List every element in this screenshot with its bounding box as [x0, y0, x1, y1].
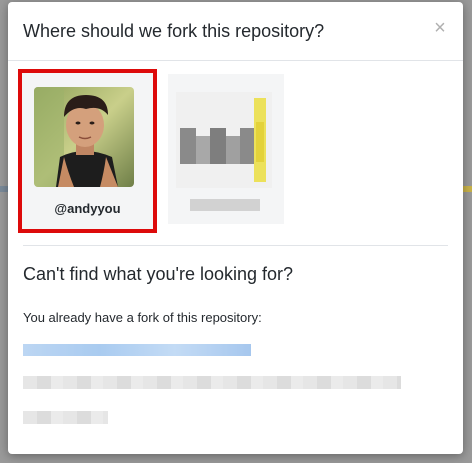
background-bar	[463, 186, 472, 192]
existing-fork-note: You already have a fork of this reposito…	[23, 310, 262, 325]
blurred-text-line	[23, 411, 108, 424]
avatar	[34, 87, 134, 187]
section-title: Can't find what you're looking for?	[23, 264, 294, 284]
owner-option-andyyou[interactable]: @andyyou	[18, 69, 157, 233]
existing-fork-link[interactable]	[23, 344, 251, 356]
modal-title: Where should we fork this repository?	[23, 21, 325, 41]
owner-option-organization[interactable]	[168, 74, 284, 224]
modal-header: Where should we fork this repository? ×	[8, 2, 463, 61]
owner-name-blurred	[190, 199, 260, 211]
divider	[23, 245, 448, 246]
close-icon[interactable]: ×	[431, 18, 449, 38]
blurred-text-line	[23, 376, 401, 389]
background-bar	[0, 186, 8, 192]
fork-modal: Where should we fork this repository? ×	[8, 2, 463, 454]
owner-name: @andyyou	[54, 201, 121, 216]
avatar	[176, 92, 272, 188]
